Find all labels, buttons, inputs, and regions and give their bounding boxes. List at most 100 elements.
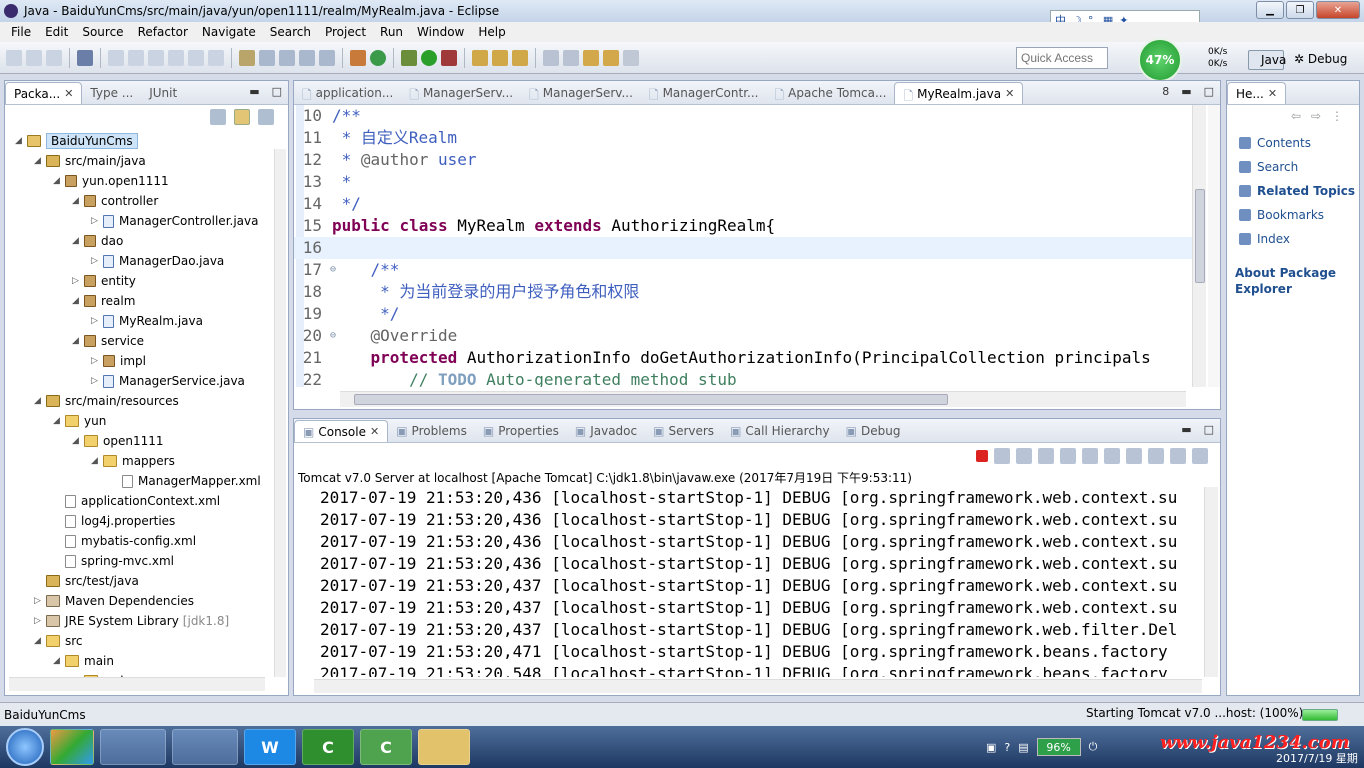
server-icon[interactable] (350, 49, 366, 66)
word-wrap-icon[interactable] (1082, 448, 1098, 464)
editor-tab[interactable]: 🗋 Apache Tomca... (766, 82, 894, 104)
maximize-icon[interactable]: □ (1204, 85, 1214, 98)
power-plug-icon[interactable]: ⏻ (1089, 740, 1098, 754)
code-line[interactable]: 20 @Override ⊖ (294, 325, 1192, 347)
fold-toggle-icon[interactable]: ⊖ (330, 325, 336, 347)
skip-breakpoints-icon[interactable] (239, 49, 255, 66)
editor-tab[interactable]: 🗋 ManagerContr... (641, 82, 767, 104)
print-icon[interactable] (77, 49, 93, 66)
annotation-icon[interactable] (543, 49, 559, 66)
restore-button[interactable]: ❐ (1286, 1, 1314, 19)
menu-refactor[interactable]: Refactor (131, 25, 195, 39)
close-button[interactable]: ✕ (1316, 1, 1360, 19)
scrollbar-thumb[interactable] (354, 394, 948, 405)
save-icon[interactable] (26, 49, 42, 66)
tree-item[interactable]: applicationContext.xml (53, 491, 220, 511)
expanded-arrow-icon[interactable]: ◢ (72, 236, 84, 246)
collapsed-arrow-icon[interactable]: ▷ (91, 316, 103, 326)
tree-item[interactable]: ◢ src/main/resources (34, 391, 179, 411)
menu-file[interactable]: File (4, 25, 38, 39)
progress-bar[interactable] (1302, 709, 1338, 721)
tab-debug[interactable]: ▣ Debug (838, 420, 909, 442)
save-all-icon[interactable] (46, 49, 62, 66)
toggle-icon[interactable] (299, 49, 315, 66)
tree-item[interactable]: ManagerMapper.xml (110, 471, 261, 491)
menu-help[interactable]: Help (471, 25, 512, 39)
disconnect-icon[interactable] (168, 49, 184, 66)
terminate-icon[interactable] (976, 450, 988, 462)
show-on-error-icon[interactable] (1126, 448, 1142, 464)
expanded-arrow-icon[interactable]: ◢ (91, 456, 103, 466)
last-edit-icon[interactable] (583, 49, 599, 66)
terminate-icon[interactable] (148, 49, 164, 66)
tab-servers[interactable]: ▣ Servers (645, 420, 722, 442)
tree-item[interactable]: ◢ yun (53, 411, 106, 431)
tab-junit[interactable]: JUnit (141, 82, 185, 104)
console-horizontal-scrollbar[interactable] (314, 679, 1202, 693)
tree-item[interactable]: ◢ open1111 (72, 431, 164, 451)
tray-network-icon[interactable]: ▤ (1018, 741, 1028, 754)
view-menu-icon[interactable] (258, 109, 274, 125)
editor-horizontal-scrollbar[interactable] (340, 391, 1186, 407)
tray-icon[interactable]: ▣ (986, 741, 996, 754)
taskbar-app-browser[interactable] (50, 729, 94, 765)
tab-package-explorer[interactable]: Packa... ✕ (5, 82, 83, 104)
link-with-editor-icon[interactable] (234, 109, 250, 125)
perspective-java-button[interactable]: Java (1248, 50, 1286, 70)
taskbar-app-dolphin[interactable] (100, 729, 166, 765)
taskbar-app-explorer[interactable] (418, 729, 470, 765)
tree-item[interactable]: ▷ ManagerService.java (91, 371, 245, 391)
tree-item[interactable]: ▷ ManagerController.java (91, 211, 258, 231)
collapse-all-icon[interactable] (210, 109, 226, 125)
tree-item[interactable]: src/test/java (34, 571, 139, 591)
code-line[interactable]: 14 */ (294, 193, 1192, 215)
menu-window[interactable]: Window (410, 25, 471, 39)
tree-item[interactable]: ▷ JRE System Library [jdk1.8] (34, 611, 229, 631)
close-tab-icon[interactable]: ✕ (64, 87, 73, 104)
expanded-arrow-icon[interactable]: ◢ (53, 656, 65, 666)
new-java-project-icon[interactable] (472, 49, 488, 66)
code-area[interactable]: 10/** 11 * 自定义Realm 12 * @author user 13 * 1… (294, 105, 1220, 387)
tree-item[interactable]: ◢ controller (72, 191, 158, 211)
forward-icon[interactable] (623, 49, 639, 66)
tab-properties[interactable]: ▣ Properties (475, 420, 567, 442)
scrollbar-thumb[interactable] (1195, 189, 1205, 283)
minimize-button[interactable]: ▁ (1256, 1, 1284, 19)
clock-date[interactable]: 2017/7/19 星期三 (1276, 750, 1364, 768)
code-line[interactable]: 16 (294, 237, 1192, 259)
tree-item[interactable]: ◢ realm (72, 291, 135, 311)
editor-tab[interactable]: 🗋 ManagerServ... (401, 82, 521, 104)
expanded-arrow-icon[interactable]: ◢ (53, 416, 65, 426)
menu-icon[interactable]: ⋮ (1331, 109, 1343, 129)
debug-config-icon[interactable] (279, 49, 295, 66)
layout-icon[interactable] (319, 49, 335, 66)
tab-type-hierarchy[interactable]: Type ... (82, 82, 141, 104)
collapsed-arrow-icon[interactable]: ▷ (91, 356, 103, 366)
close-tab-icon[interactable]: ✕ (1268, 87, 1277, 104)
editor-tab[interactable]: 🗋 MyRealm.java ✕ (894, 82, 1024, 104)
minimize-icon[interactable]: ▬ (1181, 85, 1191, 98)
minimize-icon[interactable]: ▬ (1181, 423, 1191, 436)
code-line[interactable]: 22 // TODO Auto-generated method stub (294, 369, 1192, 387)
taskbar-app-camtasia[interactable]: C (302, 729, 354, 765)
external-tools-icon[interactable] (441, 49, 457, 66)
refresh-icon[interactable] (370, 49, 386, 66)
menu-project[interactable]: Project (318, 25, 373, 39)
about-package-explorer-link[interactable]: About Package Explorer (1235, 265, 1353, 297)
search-icon[interactable] (512, 49, 528, 66)
overflow-tabs-count[interactable]: 8 (1162, 85, 1169, 98)
tab-help[interactable]: He... ✕ (1227, 82, 1287, 104)
expanded-arrow-icon[interactable]: ◢ (72, 436, 84, 446)
code-line[interactable]: 12 * @author user (294, 149, 1192, 171)
console-output[interactable]: 2017-07-19 21:53:20,436 [localhost-start… (294, 487, 1220, 677)
expanded-arrow-icon[interactable]: ◢ (72, 336, 84, 346)
performance-monitor[interactable]: 47% (1138, 38, 1182, 82)
code-line[interactable]: 18 * 为当前登录的用户授予角色和权限 (294, 281, 1192, 303)
tree-item[interactable]: ▷ impl (91, 351, 146, 371)
expanded-arrow-icon[interactable]: ◢ (34, 156, 46, 166)
step-over-icon[interactable] (208, 49, 224, 66)
code-line[interactable]: 11 * 自定义Realm (294, 127, 1192, 149)
expanded-arrow-icon[interactable]: ◢ (34, 396, 46, 406)
expanded-arrow-icon[interactable]: ◢ (72, 296, 84, 306)
quick-access-input[interactable] (1016, 47, 1108, 69)
